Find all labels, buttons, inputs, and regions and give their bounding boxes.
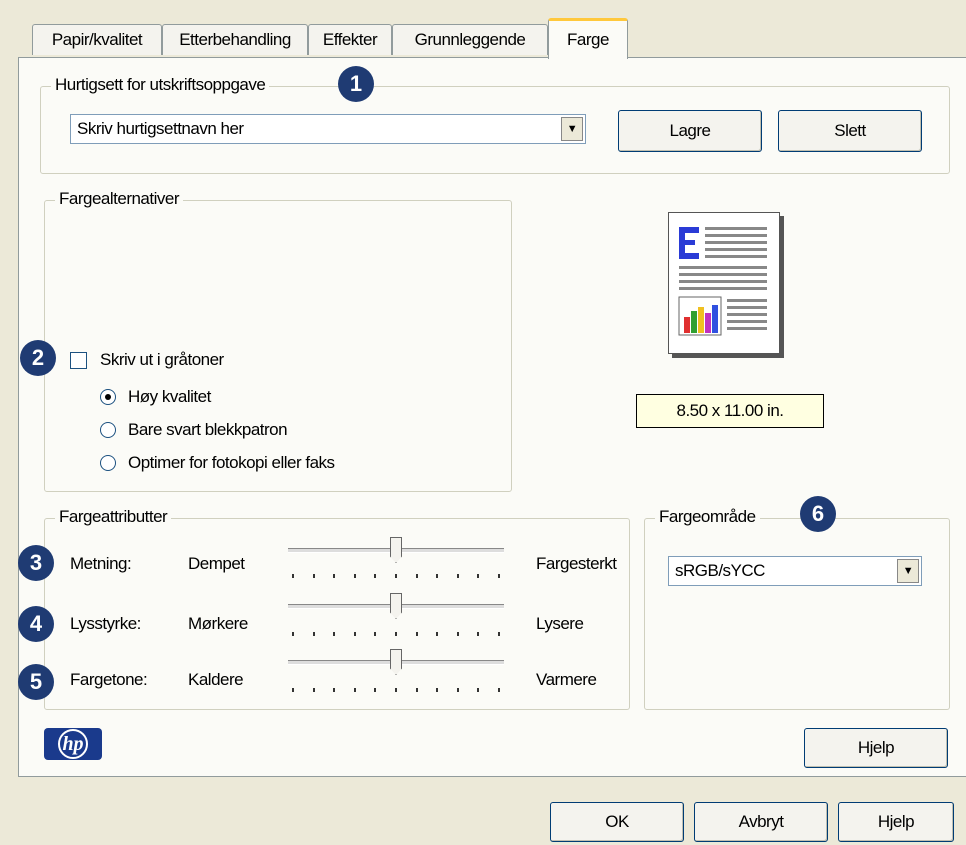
cancel-button[interactable]: Avbryt (694, 802, 828, 842)
chevron-down-icon[interactable]: ▼ (897, 559, 919, 583)
quickset-combo-value: Skriv hurtigsettnavn her (77, 119, 244, 138)
radio-black-only[interactable] (100, 422, 116, 438)
chevron-down-icon[interactable]: ▼ (561, 117, 583, 141)
brightness-high-label: Lysere (536, 614, 584, 633)
saturation-low-label: Dempet (188, 554, 245, 573)
brightness-ticks (292, 632, 500, 636)
page-preview (668, 212, 780, 354)
save-button[interactable]: Lagre (618, 110, 762, 152)
radio-high-quality[interactable] (100, 389, 116, 405)
color-space-value: sRGB/sYCC (675, 561, 765, 580)
radio-high-quality-label: Høy kvalitet (128, 387, 211, 406)
help-button[interactable]: Hjelp (838, 802, 954, 842)
quickset-legend: Hurtigsett for utskriftsoppgave (51, 75, 270, 95)
callout-badge-5: 5 (18, 664, 54, 700)
callout-badge-3: 3 (18, 545, 54, 581)
hue-ticks (292, 688, 500, 692)
grayscale-checkbox[interactable] (70, 352, 87, 369)
radio-black-only-label: Bare svart blekkpatron (128, 420, 288, 439)
callout-badge-1: 1 (338, 66, 374, 102)
grayscale-label: Skriv ut i gråtoner (100, 350, 224, 369)
tab-paper-quality[interactable]: Papir/kvalitet (32, 24, 162, 55)
tab-basics[interactable]: Grunnleggende (392, 24, 548, 55)
tab-finishing[interactable]: Etterbehandling (162, 24, 308, 55)
hue-label: Fargetone: (70, 670, 148, 689)
color-space-legend: Fargeområde (655, 507, 760, 527)
tab-color[interactable]: Farge (548, 18, 628, 59)
color-attributes-legend: Fargeattributter (55, 507, 172, 527)
color-options-legend: Fargealternativer (55, 189, 184, 209)
callout-badge-4: 4 (18, 606, 54, 642)
hue-high-label: Varmere (536, 670, 597, 689)
brightness-label: Lysstyrke: (70, 614, 141, 633)
hp-logo-text: hp (58, 729, 88, 759)
saturation-ticks (292, 574, 500, 578)
paper-size-label: 8.50 x 11.00 in. (636, 394, 824, 428)
ok-button[interactable]: OK (550, 802, 684, 842)
color-space-group: Fargeområde (644, 507, 950, 710)
callout-badge-2: 2 (20, 340, 56, 376)
radio-fax-optimize-label: Optimer for fotokopi eller faks (128, 453, 335, 472)
saturation-label: Metning: (70, 554, 132, 573)
page-preview-icon (678, 227, 767, 336)
saturation-high-label: Fargesterkt (536, 554, 617, 573)
callout-badge-6: 6 (800, 496, 836, 532)
radio-fax-optimize[interactable] (100, 455, 116, 471)
hp-logo: hp (44, 728, 102, 760)
hue-low-label: Kaldere (188, 670, 244, 689)
quickset-combo[interactable]: Skriv hurtigsettnavn her ▼ (70, 114, 586, 144)
color-options-group: Fargealternativer (44, 189, 512, 492)
color-space-combo[interactable]: sRGB/sYCC ▼ (668, 556, 922, 586)
brightness-low-label: Mørkere (188, 614, 248, 633)
delete-button[interactable]: Slett (778, 110, 922, 152)
help-button-inner[interactable]: Hjelp (804, 728, 948, 768)
tab-effects[interactable]: Effekter (308, 24, 392, 55)
